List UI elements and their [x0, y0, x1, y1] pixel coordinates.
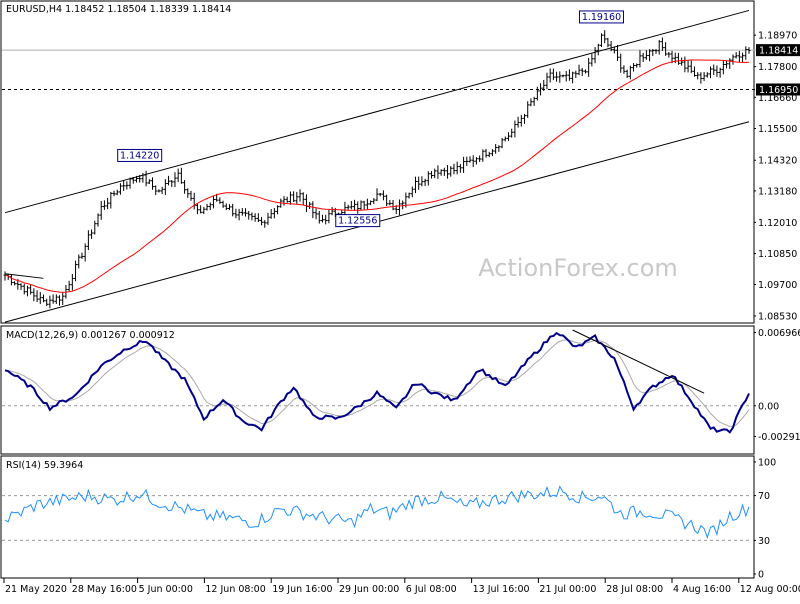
rsi-y-tick-label: 70: [758, 491, 770, 502]
x-axis-tick-label: 21 May 2020: [5, 584, 67, 595]
price-y-tick-label: 1.15500: [758, 124, 797, 135]
price-y-tick-label: 1.13180: [758, 186, 797, 197]
price-badge-label: 1.16950: [759, 85, 798, 96]
x-axis-tick-label: 13 Jul 16:00: [473, 584, 530, 595]
x-axis-tick-label: 19 Jun 16:00: [272, 584, 332, 595]
x-axis-tick-label: 28 May 16:00: [72, 584, 137, 595]
price-y-tick-label: 1.18970: [758, 31, 797, 42]
rsi-pane-title: RSI(14) 59.3964: [6, 460, 83, 471]
rsi-y-tick-label: 30: [758, 536, 770, 547]
price-pane-title: EURUSD,H4 1.18452 1.18504 1.18339 1.1841…: [6, 4, 231, 15]
x-axis-tick-label: 29 Jun 00:00: [339, 584, 399, 595]
price-badge-label: 1.18414: [759, 46, 798, 57]
macd-y-axis: 0.006966 0.00 -0.002913: [754, 328, 800, 443]
rsi-pane-frame: [0, 455, 755, 579]
chart-root: ActionForex.com 1.14220 1.12556 1.19160 1.18…: [0, 0, 800, 600]
price-y-tick-label: 1.14320: [758, 156, 797, 167]
chart-svg: ActionForex.com 1.14220 1.12556 1.19160 1.18…: [0, 0, 800, 595]
watermark-text: ActionForex.com: [478, 254, 678, 282]
rsi-y-tick-label: 0: [758, 570, 764, 581]
macd-pane: 0.006966 0.00 -0.002913 MACD(12,26,9) 0.00…: [0, 325, 800, 455]
price-y-tick-label: 1.12010: [758, 218, 797, 229]
rsi-y-axis: 100 70 30 0: [754, 458, 776, 581]
rsi-pane: 100 70 30 0 RSI(14) 59.3964: [0, 455, 776, 581]
macd-pane-title: MACD(12,26,9) 0.001267 0.000912: [6, 330, 175, 341]
peak-label-text: 1.12556: [338, 216, 377, 227]
price-y-tick-label: 1.17800: [758, 62, 797, 73]
rsi-y-tick-label: 100: [758, 458, 776, 469]
peak-label: 1.14220: [117, 148, 163, 162]
x-axis: 21 May 2020 28 May 16:00 5 Jun 00:00 12 Jun…: [3, 578, 800, 595]
x-axis-tick-label: 4 Aug 16:00: [673, 584, 731, 595]
macd-y-tick-label: 0.00: [758, 401, 779, 412]
price-pane: ActionForex.com 1.14220 1.12556 1.19160 1.18…: [0, 0, 800, 324]
price-y-tick-label: 1.08530: [758, 311, 797, 322]
peak-label-text: 1.14220: [120, 150, 159, 161]
macd-y-tick-label: 0.006966: [758, 328, 800, 339]
x-axis-tick-label: 12 Jun 08:00: [205, 584, 265, 595]
price-y-axis: 1.189701.178001.166601.155001.143201.131…: [754, 31, 800, 322]
x-axis-tick-label: 28 Jul 08:00: [606, 584, 663, 595]
macd-y-tick-label: -0.002913: [758, 432, 800, 443]
peak-label: 1.12556: [335, 214, 381, 228]
x-axis-tick-label: 6 Jul 08:00: [406, 584, 457, 595]
price-y-tick-label: 1.09700: [758, 280, 797, 291]
price-y-tick-label: 1.10850: [758, 249, 797, 260]
peak-label-text: 1.19160: [582, 12, 621, 23]
macd-pane-frame: [0, 325, 755, 455]
x-axis-tick-label: 5 Jun 00:00: [139, 584, 193, 595]
x-axis-tick-label: 12 Aug 00:00: [740, 584, 800, 595]
peak-label: 1.19160: [578, 10, 624, 24]
x-axis-tick-label: 21 Jul 00:00: [539, 584, 596, 595]
